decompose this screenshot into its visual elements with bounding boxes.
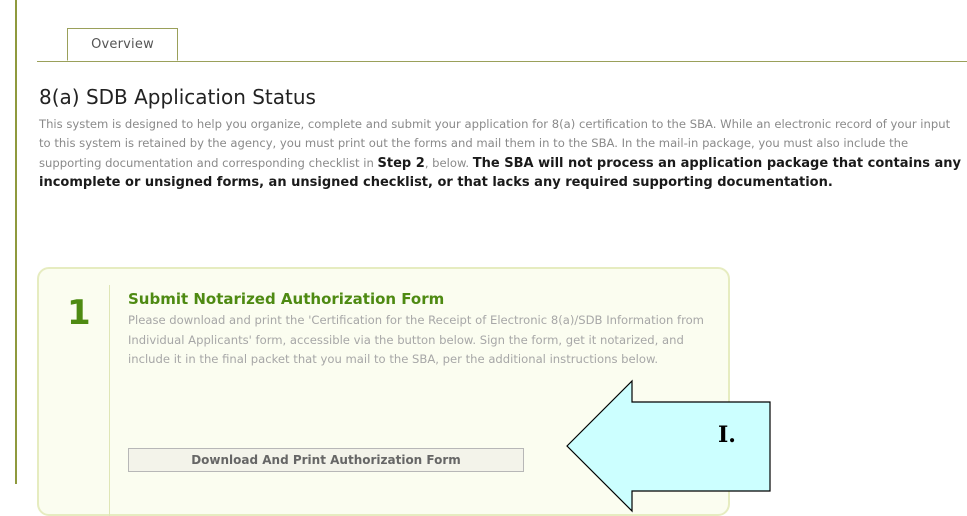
step-1-number: 1 — [67, 293, 91, 333]
step-1-divider — [109, 285, 110, 516]
page-title: 8(a) SDB Application Status — [39, 85, 316, 109]
tab-overview[interactable]: Overview — [67, 28, 178, 61]
intro-step-reference: Step 2 — [377, 155, 425, 171]
callout-label: I. — [718, 422, 736, 448]
step-1-title: Submit Notarized Authorization Form — [128, 290, 445, 308]
tab-bar-line — [37, 61, 967, 62]
tab-overview-label: Overview — [91, 37, 154, 52]
intro-paragraph: This system is designed to help you orga… — [39, 115, 964, 192]
intro-text-2: , below. — [424, 155, 473, 170]
download-authorization-form-button[interactable]: Download And Print Authorization Form — [128, 448, 524, 472]
left-border-rule — [15, 0, 17, 484]
page: Overview 8(a) SDB Application Status Thi… — [0, 0, 967, 516]
step-1-description: Please download and print the 'Certifica… — [128, 313, 704, 367]
